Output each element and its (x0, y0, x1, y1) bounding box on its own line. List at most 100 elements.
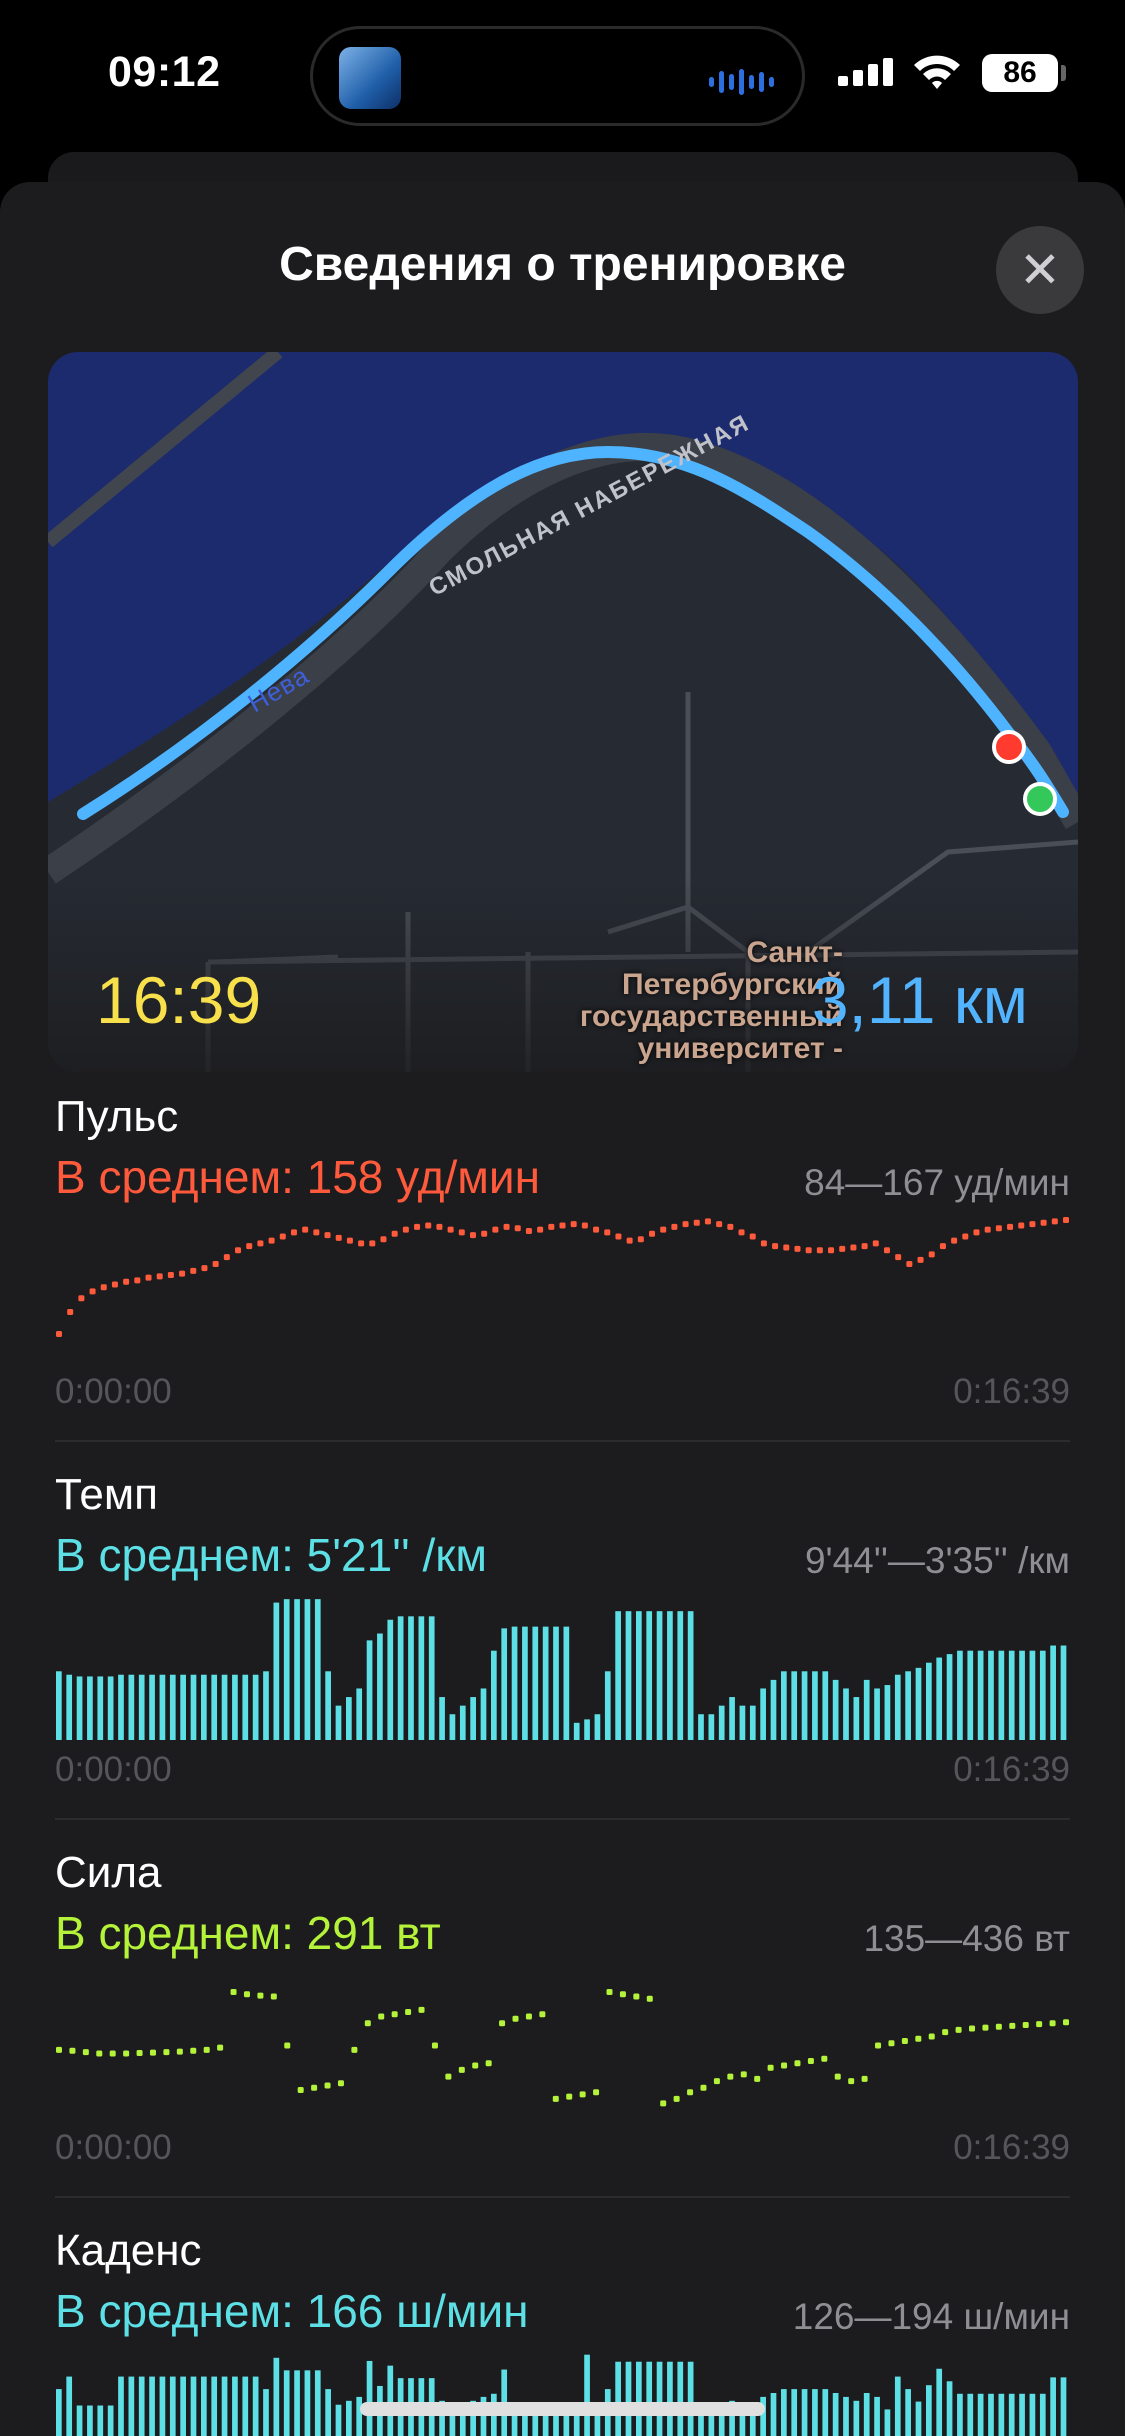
chart-bar (822, 1671, 829, 1740)
chart-bar (211, 1674, 218, 1740)
metric-average: В среднем: 5'21'' /км (55, 1529, 488, 1581)
chart-point (1007, 1223, 1014, 1230)
chart-bar (169, 2376, 176, 2436)
metric-range: 126—194 ш/мин (792, 2296, 1070, 2337)
chart-point (646, 1995, 653, 2002)
chart-point (660, 1226, 667, 1233)
chart-point (749, 1233, 756, 1240)
chart-point (284, 2042, 291, 2049)
metric-average: В среднем: 158 уд/мин (55, 1151, 540, 1203)
chart-bar (366, 1640, 373, 1740)
route-map[interactable]: Нева СМОЛЬНАЯ НАБЕРЕЖНАЯ Санкт- Петербур… (48, 352, 1078, 1072)
chart-bar (812, 1671, 818, 1740)
chart-point (700, 2084, 707, 2091)
chart-bar (853, 1697, 860, 1740)
chart-bar (998, 2393, 1005, 2436)
chart-point (89, 1288, 96, 1295)
chart-bar (1029, 1650, 1036, 1740)
chart-bar (511, 1626, 518, 1740)
chart-bar (822, 2389, 829, 2436)
chart-point (839, 1245, 846, 1252)
chart-point (311, 2084, 318, 2091)
divider (55, 1440, 1070, 1442)
pace-section[interactable]: Темп В среднем: 5'21'' /км 9'44''—3'35''… (55, 1470, 1070, 1800)
chart-bar (957, 2393, 963, 2436)
chart-point (1040, 1219, 1047, 1226)
chart-bar (356, 2396, 363, 2436)
chart-start-time: 0:00:00 (55, 1750, 172, 1789)
chart-point (687, 2089, 694, 2096)
chart-bar (791, 2389, 798, 2436)
power-section[interactable]: Сила В среднем: 291 вт 135—436 вт 0:00:0… (55, 1848, 1070, 2178)
chart-point (134, 1277, 141, 1284)
chart-bar (263, 2389, 269, 2436)
chart-bar (283, 2370, 290, 2436)
chart-point (167, 1271, 174, 1278)
chart-point (405, 2009, 412, 2016)
chart-bar (946, 1654, 953, 1740)
chart-bar (988, 1650, 994, 1740)
chart-point (324, 2082, 331, 2089)
chart-bar (977, 1650, 984, 1740)
chart-point (445, 2073, 452, 2080)
chart-bar (584, 2354, 590, 2436)
chart-bar (387, 1619, 394, 1740)
dynamic-island[interactable] (310, 26, 805, 126)
chart-bar (584, 1719, 590, 1740)
chart-point (828, 1247, 835, 1254)
metric-range: 9'44''—3'35'' /км (804, 1540, 1070, 1581)
chart-bar (325, 1671, 331, 1740)
chart-bar (894, 1674, 901, 1740)
chart-bar (874, 1688, 880, 1740)
home-indicator[interactable] (360, 2402, 765, 2416)
chart-point (257, 1992, 264, 1999)
chart-point (805, 1247, 812, 1254)
chart-bar (1008, 2393, 1015, 2436)
chart-bar (1008, 1650, 1015, 1740)
chart-point (56, 2046, 62, 2053)
chart-bar (304, 1599, 311, 1740)
chart-point (875, 2042, 882, 2049)
chart-point (414, 1223, 421, 1230)
chart-bar (263, 1671, 269, 1740)
chart-point (492, 1226, 499, 1233)
chart-start-time: 0:00:00 (55, 2128, 172, 2167)
heart-rate-section[interactable]: Пульс В среднем: 158 уд/мин 84—167 уд/ми… (55, 1092, 1070, 1422)
chart-point (969, 2025, 976, 2032)
chart-point (727, 2073, 734, 2080)
chart-point (1063, 2019, 1069, 2026)
chart-point (754, 2075, 761, 2082)
chart-bar (314, 2370, 321, 2436)
chart-bar (625, 2361, 632, 2436)
chart-point (96, 2050, 103, 2057)
close-button[interactable]: ✕ (996, 226, 1084, 314)
chart-point (425, 1222, 432, 1229)
chart-bar (1050, 1645, 1056, 1740)
chart-bar (573, 2412, 580, 2436)
chart-point (619, 1991, 626, 1998)
chart-bar (1060, 1645, 1067, 1740)
chart-point (716, 1221, 723, 1228)
chart-point (235, 1247, 242, 1254)
chart-bar (190, 2376, 197, 2436)
chart-point (984, 1226, 991, 1233)
chart-bar (687, 2361, 694, 2436)
chart-bar (832, 2393, 839, 2436)
chart-bar (625, 1611, 632, 1740)
chart-bar (770, 1679, 777, 1740)
chart-point (145, 1274, 152, 1281)
chart-bar (149, 2376, 155, 2436)
chart-bar (843, 2396, 849, 2436)
chart-point (503, 1223, 510, 1230)
chart-bar (242, 1674, 249, 1740)
chart-point (418, 2006, 425, 2013)
chart-point (982, 2024, 989, 2031)
chart-point (230, 1989, 237, 1996)
chart-point (850, 1244, 857, 1251)
chart-bar (801, 2389, 808, 2436)
chart-bar (107, 1676, 114, 1740)
metric-title: Сила (55, 1848, 162, 1897)
chart-bar (470, 1697, 476, 1740)
chart-bar (936, 1657, 943, 1740)
chart-bar (967, 2393, 974, 2436)
